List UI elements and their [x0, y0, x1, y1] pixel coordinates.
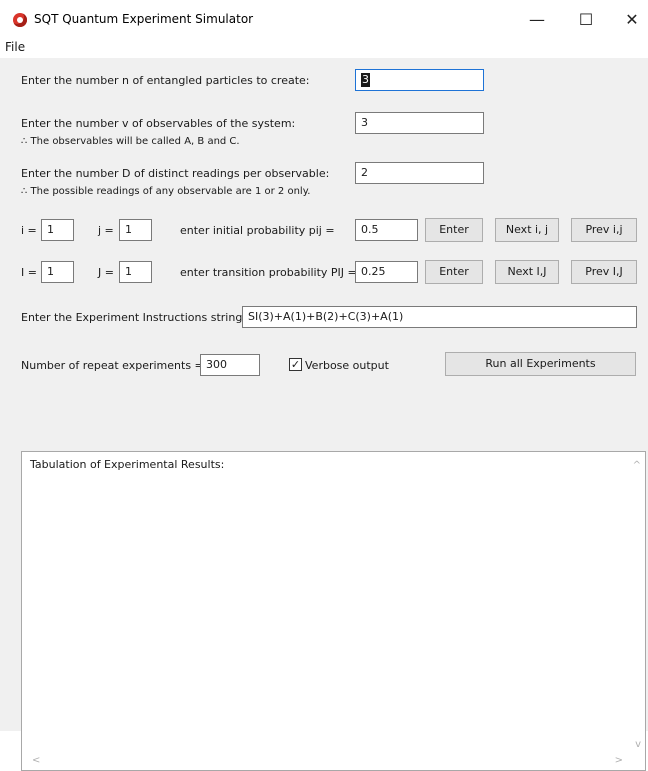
- I-label: I =: [21, 266, 37, 279]
- readings-input[interactable]: 2: [355, 162, 484, 184]
- initial-probability-label: enter initial probability pij =: [180, 224, 335, 237]
- title-bar: SQT Quantum Experiment Simulator — ☐ ✕: [0, 0, 648, 38]
- I-input[interactable]: 1: [41, 261, 74, 283]
- prev-IJ-button[interactable]: Prev I,J: [571, 260, 637, 284]
- verbose-checkbox[interactable]: ✓: [289, 358, 302, 371]
- run-all-experiments-button[interactable]: Run all Experiments: [445, 352, 636, 376]
- repeat-label: Number of repeat experiments =: [21, 359, 204, 372]
- particles-value: 3: [361, 73, 370, 87]
- initial-enter-button[interactable]: Enter: [425, 218, 483, 242]
- scroll-right-icon[interactable]: >: [615, 755, 623, 766]
- maximize-button[interactable]: ☐: [566, 8, 606, 32]
- scroll-down-icon[interactable]: v: [635, 739, 641, 750]
- j-input[interactable]: 1: [119, 219, 152, 241]
- J-label: J =: [98, 266, 114, 279]
- window-title: SQT Quantum Experiment Simulator: [34, 12, 254, 26]
- initial-probability-input[interactable]: 0.5: [355, 219, 418, 241]
- app-logo-icon: [13, 13, 27, 27]
- results-text-area[interactable]: Tabulation of Experimental Results: ^ v …: [21, 451, 646, 771]
- j-label: j =: [98, 224, 114, 237]
- main-window: SQT Quantum Experiment Simulator — ☐ ✕ F…: [0, 0, 648, 771]
- results-label: Tabulation of Experimental Results:: [30, 458, 225, 471]
- observables-input[interactable]: 3: [355, 112, 484, 134]
- scroll-up-icon[interactable]: ^: [633, 460, 641, 471]
- transition-probability-label: enter transition probability PIJ =: [180, 266, 357, 279]
- i-label: i =: [21, 224, 37, 237]
- i-input[interactable]: 1: [41, 219, 74, 241]
- instructions-label: Enter the Experiment Instructions string…: [21, 311, 247, 324]
- menu-file[interactable]: File: [5, 40, 25, 54]
- particles-label: Enter the number n of entangled particle…: [21, 74, 310, 87]
- close-button[interactable]: ✕: [612, 8, 648, 32]
- J-input[interactable]: 1: [119, 261, 152, 283]
- instructions-input[interactable]: SI(3)+A(1)+B(2)+C(3)+A(1): [242, 306, 637, 328]
- next-IJ-button[interactable]: Next I,J: [495, 260, 559, 284]
- verbose-label: Verbose output: [305, 359, 389, 372]
- readings-label: Enter the number D of distinct readings …: [21, 167, 330, 180]
- readings-note: ∴ The possible readings of any observabl…: [21, 186, 311, 197]
- scroll-left-icon[interactable]: <: [32, 755, 40, 766]
- particles-input[interactable]: 3: [355, 69, 484, 91]
- observables-label: Enter the number v of observables of the…: [21, 117, 296, 130]
- transition-enter-button[interactable]: Enter: [425, 260, 483, 284]
- main-panel: Enter the number n of entangled particle…: [11, 58, 648, 771]
- transition-probability-input[interactable]: 0.25: [355, 261, 418, 283]
- prev-ij-button[interactable]: Prev i,j: [571, 218, 637, 242]
- minimize-button[interactable]: —: [517, 8, 557, 32]
- menu-bar: File: [0, 38, 648, 58]
- observables-note: ∴ The observables will be called A, B an…: [21, 136, 240, 147]
- repeat-input[interactable]: 300: [200, 354, 260, 376]
- next-ij-button[interactable]: Next i, j: [495, 218, 559, 242]
